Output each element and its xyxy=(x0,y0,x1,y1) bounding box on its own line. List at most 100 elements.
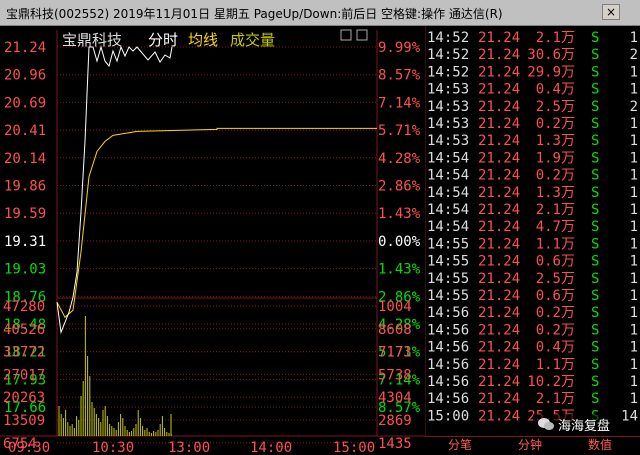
tick-side: S xyxy=(591,391,599,407)
window-title: 宝鼎科技(002552) 2019年11月01日 星期五 PageUp/Down… xyxy=(6,7,503,21)
tick-volume: 0.4万 xyxy=(536,340,575,356)
percent-tick-label: 2.86% xyxy=(378,179,421,195)
time-tick-label: 14:00 xyxy=(250,440,292,455)
tab-fenzhong[interactable]: 分钟 xyxy=(500,436,560,455)
volume-tick-label: 40526 xyxy=(3,322,45,338)
price-line xyxy=(56,45,173,335)
time-tick-label: 10:30 xyxy=(92,440,134,455)
tick-volume: 1.3万 xyxy=(536,185,575,201)
average-price-line xyxy=(56,127,377,319)
intraday-chart[interactable]: 21.24 20.96 20.69 20.41 20.14 19.86 19.59 19.31… xyxy=(0,26,425,455)
tick-time: 14:53 xyxy=(427,133,469,149)
tick-side: S xyxy=(591,357,599,373)
tick-count: 1 xyxy=(630,340,638,356)
tick-time: 14:53 xyxy=(427,116,469,132)
chart-mini-buttons xyxy=(340,29,368,41)
percent-tick-label: 1.43% xyxy=(378,206,421,222)
tick-count: 1 xyxy=(630,288,638,304)
tick-count: 1 xyxy=(630,357,638,373)
tick-volume: 0.6万 xyxy=(536,288,575,304)
volume-tick-label-right: 4304 xyxy=(378,390,412,406)
tick-volume: 1.1万 xyxy=(536,236,575,252)
tick-price: 21.24 xyxy=(478,408,520,424)
avg-legend: 均线 xyxy=(188,31,218,49)
tick-side: S xyxy=(591,288,599,304)
volume-bars xyxy=(58,316,172,436)
tick-list[interactable]: 14:52 21.24 2.1万 S 114:52 21.24 30.6万 S 214:52 21… xyxy=(425,26,640,436)
tick-price: 21.24 xyxy=(478,391,520,407)
volume-tick-label-right: 1435 xyxy=(378,436,412,452)
tick-volume: 0.4万 xyxy=(536,82,575,98)
price-tick-label: 20.96 xyxy=(4,68,46,84)
volume-tick-label-right: 7173 xyxy=(378,345,412,361)
tick-price: 21.24 xyxy=(478,219,520,235)
tick-side: S xyxy=(591,150,599,166)
price-tick-label: 19.31 xyxy=(4,234,46,250)
tick-time: 14:55 xyxy=(427,254,469,270)
price-tick-label: 19.59 xyxy=(4,206,46,222)
tick-price: 21.24 xyxy=(478,133,520,149)
tick-time: 14:56 xyxy=(427,305,469,321)
time-tick-label: 15:00 xyxy=(333,440,375,455)
tick-price: 21.24 xyxy=(478,340,520,356)
time-axis: 09:30 10:30 13:00 14:00 15:00 xyxy=(8,440,375,455)
tick-time: 14:54 xyxy=(427,150,469,166)
wechat-icon xyxy=(538,418,554,430)
volume-tick-label-right: 8608 xyxy=(378,322,412,338)
tick-count: 1 xyxy=(630,133,638,149)
tick-side: S xyxy=(591,254,599,270)
tick-volume: 2.5万 xyxy=(536,99,575,115)
percent-tick-label: 1.43% xyxy=(378,262,421,278)
volume-tick-label: 47280 xyxy=(3,299,45,315)
tick-side: S xyxy=(591,168,599,184)
tick-count: 1 xyxy=(630,150,638,166)
volume-tick-label-right: 2869 xyxy=(378,413,412,429)
tick-count: 1 xyxy=(630,64,638,80)
watermark-text: 海海复盘 xyxy=(558,418,611,434)
price-tick-label: 19.86 xyxy=(4,179,46,195)
tick-count: 1 xyxy=(630,254,638,270)
volume-tick-label: 20263 xyxy=(3,390,45,406)
tick-side: S xyxy=(591,47,599,63)
watermark: 海海复盘 xyxy=(533,414,615,434)
tick-time: 14:52 xyxy=(427,47,469,63)
tick-count: 2 xyxy=(630,47,638,63)
tick-volume: 0.2万 xyxy=(536,168,575,184)
tick-volume: 2.1万 xyxy=(536,30,575,46)
percent-tick-label: 9.99% xyxy=(378,40,421,56)
tick-time: 14:56 xyxy=(427,322,469,338)
tick-price: 21.24 xyxy=(478,236,520,252)
tick-volume: 2.1万 xyxy=(536,202,575,218)
close-button[interactable]: × xyxy=(602,4,620,20)
tick-price: 21.24 xyxy=(478,82,520,98)
tab-shuzhi[interactable]: 数值 xyxy=(570,436,630,455)
tick-side: S xyxy=(591,185,599,201)
tick-side: S xyxy=(591,202,599,218)
tick-count: 1 xyxy=(630,236,638,252)
tick-price: 21.24 xyxy=(478,202,520,218)
tick-side: S xyxy=(591,99,599,115)
mode-label: 分时 xyxy=(148,31,178,49)
tick-side: S xyxy=(591,82,599,98)
price-tick-label: 19.03 xyxy=(4,262,46,278)
tick-volume: 10.2万 xyxy=(527,374,575,390)
tick-volume: 1.9万 xyxy=(536,150,575,166)
stock-name: 宝鼎科技 xyxy=(62,31,122,49)
tick-price: 21.24 xyxy=(478,374,520,390)
tab-fenbi[interactable]: 分笔 xyxy=(430,436,490,455)
tick-price: 21.24 xyxy=(478,168,520,184)
volume-tick-label: 27017 xyxy=(3,367,45,383)
tick-time: 14:54 xyxy=(427,168,469,184)
tick-side: S xyxy=(591,64,599,80)
tick-count: 1 xyxy=(630,271,638,287)
chart-header: 宝鼎科技 分时 均线 成交量 xyxy=(62,31,275,49)
percent-tick-label: 4.28% xyxy=(378,151,421,167)
tick-side: S xyxy=(591,236,599,252)
tick-side: S xyxy=(591,116,599,132)
tick-count: 1 xyxy=(630,219,638,235)
tick-time: 14:54 xyxy=(427,219,469,235)
tick-volume: 29.9万 xyxy=(527,64,575,80)
restore-icon xyxy=(340,29,352,41)
tick-time: 14:56 xyxy=(427,374,469,390)
tick-volume: 0.2万 xyxy=(536,305,575,321)
